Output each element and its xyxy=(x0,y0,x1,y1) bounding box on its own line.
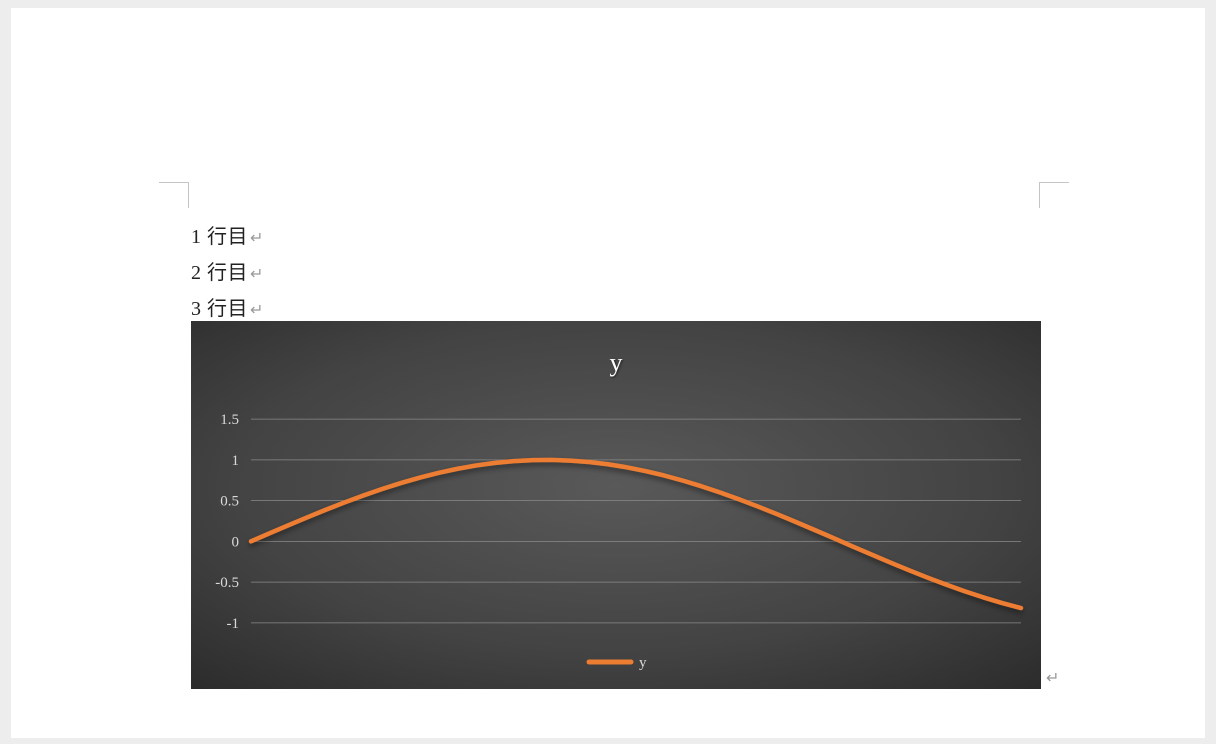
document-body[interactable]: 1 行目↵ 2 行目↵ 3 行目↵ xyxy=(191,220,1043,328)
chart-object[interactable]: y -1 -0.5 0 0.5 1 1.5 y xyxy=(191,321,1041,689)
app-viewport: 1 行目↵ 2 行目↵ 3 行目↵ xyxy=(0,0,1216,744)
text-line-2[interactable]: 2 行目↵ xyxy=(191,256,1043,292)
pilcrow-icon: ↵ xyxy=(250,302,264,319)
pilcrow-icon: ↵ xyxy=(250,266,264,283)
margin-mark-top-left xyxy=(159,182,189,208)
document-page[interactable]: 1 行目↵ 2 行目↵ 3 行目↵ xyxy=(11,8,1205,738)
text-line-1[interactable]: 1 行目↵ xyxy=(191,220,1043,256)
chart-y-tick-label: 0.5 xyxy=(220,494,239,510)
text-line-2-content: 2 行目 xyxy=(191,262,248,284)
text-line-3-content: 3 行目 xyxy=(191,298,248,320)
legend-label: y xyxy=(639,655,647,671)
chart-svg: y -1 -0.5 0 0.5 1 1.5 y xyxy=(191,321,1041,689)
chart-y-tick-label: 1 xyxy=(232,453,240,469)
chart-y-tick-label: -1 xyxy=(227,616,240,632)
pilcrow-icon: ↵ xyxy=(250,230,264,247)
margin-mark-top-right xyxy=(1039,182,1069,208)
text-line-1-content: 1 行目 xyxy=(191,226,248,248)
chart-title: y xyxy=(610,348,623,377)
chart-y-tick-label: -0.5 xyxy=(215,575,239,591)
chart-y-tick-label: 1.5 xyxy=(220,412,239,428)
pilcrow-icon: ↵ xyxy=(1046,668,1059,688)
chart-y-tick-label: 0 xyxy=(232,534,240,550)
